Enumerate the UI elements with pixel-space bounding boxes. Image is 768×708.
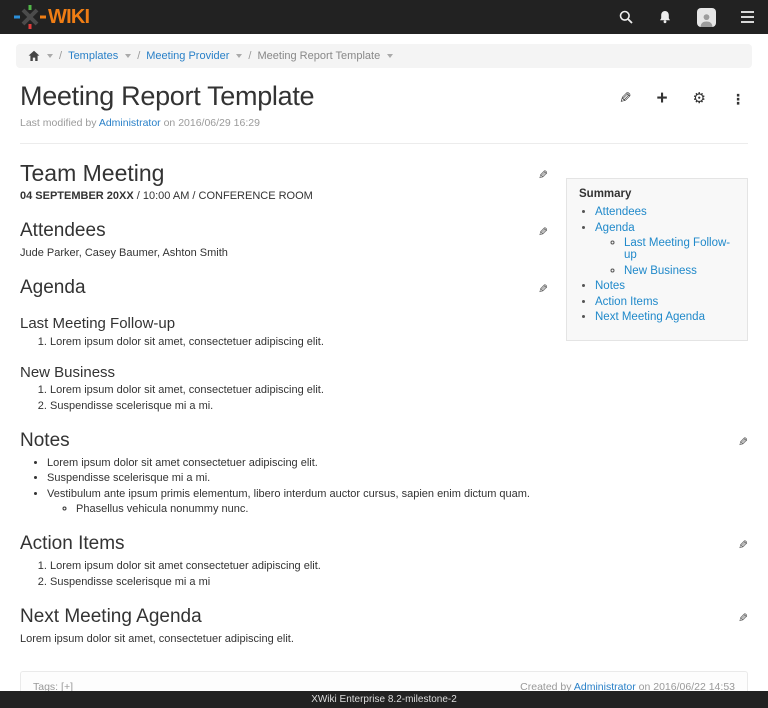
header-divider xyxy=(20,143,748,144)
edit-section-icon[interactable]: ✎ xyxy=(538,225,548,239)
summary-toc-sublist: Last Meeting Follow-up New Business xyxy=(595,237,735,277)
breadcrumb-separator: / xyxy=(137,50,140,62)
last-modified-text: Last modified by Administrator on 2016/0… xyxy=(20,117,748,129)
meeting-date: 04 SEPTEMBER 20XX xyxy=(20,190,134,202)
section-heading-text: Notes xyxy=(20,430,70,451)
list-item: Suspendisse scelerisque mi a mi. xyxy=(47,472,748,484)
summary-link-last-meeting-follow-up[interactable]: Last Meeting Follow-up xyxy=(624,237,730,261)
summary-link-attendees[interactable]: Attendees xyxy=(595,206,647,218)
breadcrumb-item-templates[interactable]: Templates xyxy=(68,50,118,62)
list-item: Agenda Last Meeting Follow-up New Busine… xyxy=(595,222,735,277)
list-item: Lorem ipsum dolor sit amet, consectetuer… xyxy=(50,384,748,396)
summary-link-new-business[interactable]: New Business xyxy=(624,265,697,277)
list-item: Notes xyxy=(595,280,735,292)
topbar-icons xyxy=(619,8,754,27)
chevron-down-icon[interactable] xyxy=(47,54,53,58)
summary-link-next-meeting-agenda[interactable]: Next Meeting Agenda xyxy=(595,311,705,323)
administrator-link[interactable]: Administrator xyxy=(99,117,161,129)
list-item: Lorem ipsum dolor sit amet consectetuer … xyxy=(50,560,748,572)
notifications-bell-icon[interactable] xyxy=(658,10,672,24)
version-text: XWiki Enterprise 8.2-milestone-2 xyxy=(311,694,457,705)
meeting-time-location: / 10:00 AM / CONFERENCE ROOM xyxy=(134,190,313,202)
action-items-list: Lorem ipsum dolor sit amet consectetuer … xyxy=(20,560,748,588)
edit-section-icon[interactable]: ✎ xyxy=(538,282,548,296)
more-actions-kebab-icon[interactable]: ⋮ xyxy=(731,91,745,107)
list-item-text: Vestibulum ante ipsum primis elementum, … xyxy=(47,488,530,500)
chevron-down-icon[interactable] xyxy=(236,54,242,58)
xwiki-x-icon xyxy=(14,5,46,29)
summary-link-agenda[interactable]: Agenda xyxy=(595,222,635,234)
list-item: Next Meeting Agenda xyxy=(595,311,735,323)
list-item: Attendees xyxy=(595,206,735,218)
document-main: Meeting Report Template ✎ + ⚙ ⋮ Last mod… xyxy=(0,81,768,703)
summary-toc: Attendees Agenda Last Meeting Follow-up … xyxy=(579,206,735,323)
document-content: Summary Attendees Agenda Last Meeting Fo… xyxy=(20,160,748,645)
section-heading-text: Agenda xyxy=(20,277,86,298)
settings-gear-icon[interactable]: ⚙ xyxy=(693,91,706,107)
section-heading-text: Next Meeting Agenda xyxy=(20,606,202,627)
create-page-icon[interactable]: + xyxy=(656,91,667,107)
summary-link-action-items[interactable]: Action Items xyxy=(595,296,658,308)
section-heading-text: Attendees xyxy=(20,220,106,241)
section-heading-new-business: New Business xyxy=(20,364,748,381)
modified-prefix: Last modified by xyxy=(20,117,96,129)
list-item: Lorem ipsum dolor sit amet consectetuer … xyxy=(47,457,748,469)
person-icon xyxy=(699,12,714,27)
summary-panel: Summary Attendees Agenda Last Meeting Fo… xyxy=(566,178,748,341)
edit-section-icon[interactable]: ✎ xyxy=(738,538,748,552)
notes-sublist: Phasellus vehicula nonummy nunc. xyxy=(47,503,748,515)
document-header: Meeting Report Template ✎ + ⚙ ⋮ xyxy=(20,81,748,112)
list-item: Action Items xyxy=(595,296,735,308)
edit-page-icon[interactable]: ✎ xyxy=(619,91,632,107)
list-item: Phasellus vehicula nonummy nunc. xyxy=(76,503,748,515)
list-item: Suspendisse scelerisque mi a mi xyxy=(50,576,748,588)
chevron-down-icon[interactable] xyxy=(387,54,393,58)
list-item: Vestibulum ante ipsum primis elementum, … xyxy=(47,488,748,516)
edit-section-icon[interactable]: ✎ xyxy=(538,168,548,182)
section-heading-action-items: ✎ Action Items xyxy=(20,533,748,555)
notes-list: Lorem ipsum dolor sit amet consectetuer … xyxy=(20,457,748,516)
breadcrumb-item-current: Meeting Report Template xyxy=(257,50,380,62)
next-meeting-text: Lorem ipsum dolor sit amet, consectetuer… xyxy=(20,633,748,645)
xwiki-logo-text: WIKI xyxy=(48,6,89,29)
list-item: Suspendisse scelerisque mi a mi. xyxy=(50,400,748,412)
summary-title: Summary xyxy=(579,188,735,200)
breadcrumb: / Templates / Meeting Provider / Meeting… xyxy=(16,44,752,68)
home-icon[interactable] xyxy=(28,50,40,62)
top-navbar: WIKI xyxy=(0,0,768,34)
modified-suffix: on 2016/06/29 16:29 xyxy=(164,117,260,129)
version-footer: XWiki Enterprise 8.2-milestone-2 xyxy=(0,691,768,708)
breadcrumb-item-meeting-provider[interactable]: Meeting Provider xyxy=(146,50,229,62)
page-actions: ✎ + ⚙ ⋮ xyxy=(619,91,748,107)
section-heading-notes: ✎ Notes xyxy=(20,430,748,452)
section-heading-text: Action Items xyxy=(20,533,125,554)
edit-section-icon[interactable]: ✎ xyxy=(738,611,748,625)
edit-section-icon[interactable]: ✎ xyxy=(738,435,748,449)
breadcrumb-separator: / xyxy=(248,50,251,62)
section-heading-next-meeting-agenda: ✎ Next Meeting Agenda xyxy=(20,606,748,628)
page-title: Meeting Report Template xyxy=(20,81,314,112)
breadcrumb-separator: / xyxy=(59,50,62,62)
search-icon[interactable] xyxy=(619,10,633,24)
drawer-menu-icon[interactable] xyxy=(741,11,754,23)
chevron-down-icon[interactable] xyxy=(125,54,131,58)
user-avatar[interactable] xyxy=(697,8,716,27)
new-business-list: Lorem ipsum dolor sit amet, consectetuer… xyxy=(20,384,748,412)
section-heading-text: Team Meeting xyxy=(20,160,164,186)
xwiki-logo[interactable]: WIKI xyxy=(14,5,89,29)
list-item: Last Meeting Follow-up xyxy=(624,237,735,261)
list-item: New Business xyxy=(624,265,735,277)
summary-link-notes[interactable]: Notes xyxy=(595,280,625,292)
